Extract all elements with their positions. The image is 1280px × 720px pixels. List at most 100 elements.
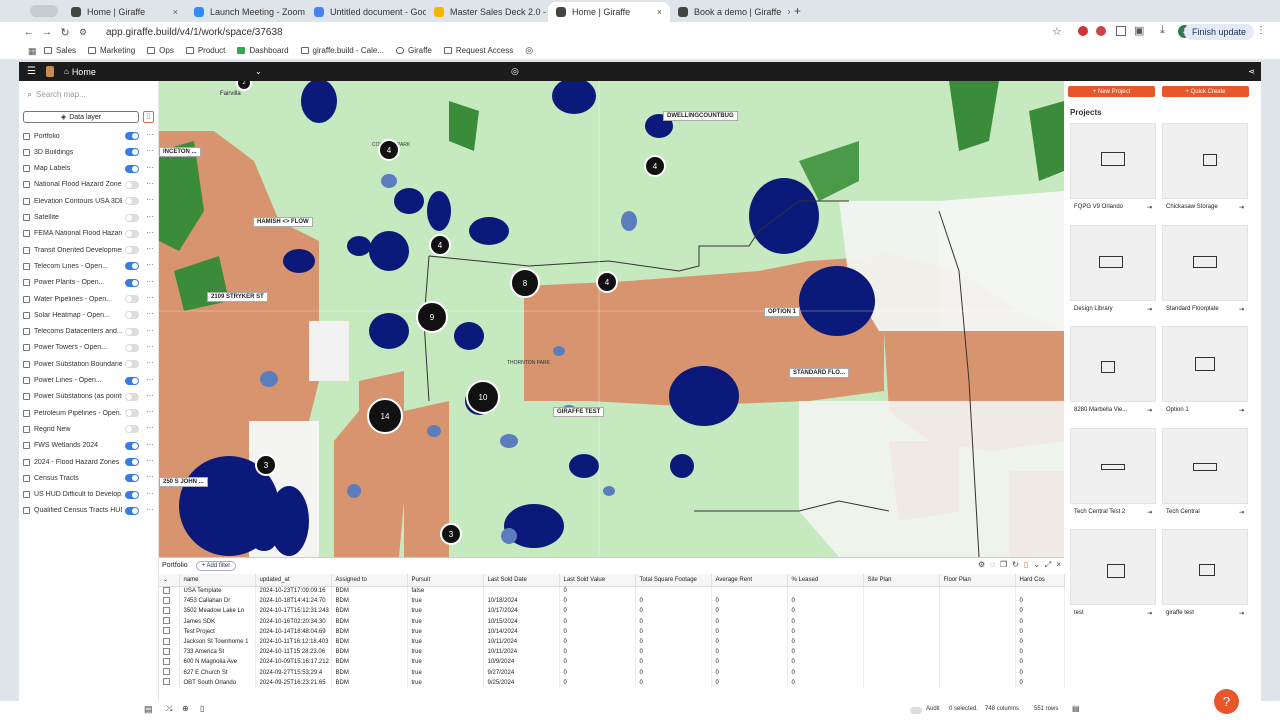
- bookmark-dashboard[interactable]: Dashboard: [237, 46, 289, 55]
- map-cluster[interactable]: 14: [367, 398, 403, 434]
- table-cell[interactable]: [787, 586, 864, 597]
- table-cell[interactable]: true: [407, 677, 484, 688]
- table-cell[interactable]: 9/25/2024: [483, 677, 560, 688]
- table-cell[interactable]: true: [407, 647, 484, 658]
- table-cell[interactable]: [863, 586, 940, 597]
- chevron-down-icon[interactable]: ⌄: [255, 67, 262, 76]
- table-cell[interactable]: BDM: [331, 616, 408, 627]
- table-cell[interactable]: 0: [1015, 636, 1065, 648]
- more-icon[interactable]: ···: [146, 130, 154, 139]
- table-cell[interactable]: 2024-10-16T02:20:34.30: [255, 616, 332, 627]
- row-checkbox[interactable]: [159, 636, 180, 648]
- row-checkbox[interactable]: [159, 647, 180, 658]
- more-icon[interactable]: ···: [146, 228, 154, 237]
- layer-item[interactable]: Water Pipelines - Open... ···: [23, 292, 155, 306]
- table-cell[interactable]: 0: [559, 677, 636, 688]
- help-button[interactable]: ?: [1214, 689, 1239, 714]
- table-cell[interactable]: 2024-09-27T15:53:29.4: [255, 667, 332, 678]
- table-cell[interactable]: [863, 616, 940, 627]
- layer-toggle[interactable]: [125, 148, 139, 157]
- table-cell[interactable]: 10/11/2024: [483, 647, 560, 658]
- zoom-icon[interactable]: ⊕: [182, 704, 189, 713]
- layer-item[interactable]: FEMA National Flood Hazard... ···: [23, 227, 155, 241]
- column-header[interactable]: Site Plan: [863, 574, 940, 587]
- table-cell[interactable]: 0: [559, 657, 636, 668]
- table-cell[interactable]: [939, 596, 1016, 607]
- table-cell[interactable]: 0: [635, 606, 712, 617]
- project-card[interactable]: Option 1 ⇥: [1162, 326, 1248, 422]
- table-row[interactable]: Jackson St Townhome 1 2024-10-11T16:12:18…: [159, 636, 1065, 648]
- table-cell[interactable]: [939, 606, 1016, 617]
- project-card[interactable]: giraffe test ⇥: [1162, 529, 1248, 625]
- table-cell[interactable]: 2024-10-09T15:16:17.212: [255, 657, 332, 668]
- add-filter-button[interactable]: + Add filter: [195, 560, 237, 571]
- column-header[interactable]: Last Sold Value: [559, 574, 636, 587]
- tab-search-button[interactable]: [30, 5, 58, 17]
- search-input[interactable]: Search map...: [36, 90, 86, 99]
- layer-item[interactable]: Power Substations (as points... ···: [23, 390, 155, 404]
- layer-toggle[interactable]: [125, 197, 139, 206]
- table-cell[interactable]: Jackson St Townhome 1: [179, 636, 256, 648]
- open-project-icon[interactable]: ⇥: [1147, 610, 1152, 617]
- map-canvas[interactable]: Fairvilla INCETON ... DWELLINGCOUNTBUG H…: [159, 81, 1064, 557]
- table-cell[interactable]: Test Project: [179, 626, 256, 637]
- table-cell[interactable]: 0: [1015, 647, 1065, 658]
- browser-menu-icon[interactable]: ⋮: [1256, 25, 1266, 36]
- forward-icon[interactable]: →: [38, 26, 56, 38]
- new-project-button[interactable]: + New Project: [1068, 86, 1155, 97]
- table-cell[interactable]: true: [407, 606, 484, 617]
- table-cell[interactable]: 0: [1015, 667, 1065, 678]
- table-cell[interactable]: [863, 667, 940, 678]
- map-cluster[interactable]: 4: [429, 234, 451, 256]
- comment-icon[interactable]: ◌: [990, 560, 995, 570]
- layer-toggle[interactable]: [125, 213, 139, 222]
- more-icon[interactable]: ···: [146, 423, 154, 432]
- table-cell[interactable]: 0: [711, 626, 788, 637]
- more-icon[interactable]: ···: [146, 195, 154, 204]
- table-cell[interactable]: true: [407, 657, 484, 668]
- table-cell[interactable]: OBT South Orlando: [179, 677, 256, 688]
- table-cell[interactable]: 0: [787, 616, 864, 627]
- quick-create-button[interactable]: + Quick Create: [1162, 86, 1249, 97]
- document-icon[interactable]: ▯: [200, 704, 204, 713]
- layer-toggle[interactable]: [125, 474, 139, 483]
- bookmark-giraffe[interactable]: Giraffe: [395, 46, 432, 55]
- layer-toggle[interactable]: [125, 343, 139, 352]
- site-info-icon[interactable]: ⚙: [74, 27, 92, 38]
- column-header[interactable]: updated_at: [255, 574, 332, 587]
- table-row[interactable]: 3502 Meadow Lake Ln 2024-10-17T15:12:31.2…: [159, 606, 1065, 617]
- table-cell[interactable]: 0: [635, 596, 712, 607]
- close-icon[interactable]: ×: [167, 7, 178, 17]
- table-cell[interactable]: 0: [559, 636, 636, 648]
- row-checkbox[interactable]: [159, 596, 180, 607]
- table-cell[interactable]: 0: [711, 596, 788, 607]
- layer-toggle[interactable]: [125, 490, 139, 499]
- table-cell[interactable]: 2024-10-14T18:48:04.69: [255, 626, 332, 637]
- table-cell[interactable]: [863, 626, 940, 637]
- table-cell[interactable]: 0: [1015, 596, 1065, 607]
- table-cell[interactable]: 0: [711, 677, 788, 688]
- more-icon[interactable]: ···: [146, 277, 154, 286]
- column-header[interactable]: name: [179, 574, 256, 587]
- table-cell[interactable]: [711, 586, 788, 597]
- table-cell[interactable]: 9/27/2024: [483, 667, 560, 678]
- project-card[interactable]: Tech Central ⇥: [1162, 427, 1248, 524]
- reload-icon[interactable]: ↻: [56, 26, 74, 39]
- bookmark-star-icon[interactable]: ☆: [1052, 25, 1062, 38]
- table-cell[interactable]: 0: [1015, 606, 1065, 617]
- table-cell[interactable]: 0: [787, 596, 864, 607]
- row-checkbox[interactable]: [159, 616, 180, 627]
- table-cell[interactable]: [939, 616, 1016, 627]
- table-cell[interactable]: 0: [787, 657, 864, 668]
- table-cell[interactable]: [863, 677, 940, 688]
- settings-icon[interactable]: ⚙: [978, 560, 985, 570]
- table-cell[interactable]: 600 N Magnolia Ave: [179, 657, 256, 668]
- map-label[interactable]: STANDARD FLO...: [789, 368, 849, 378]
- sidebar-toggle-icon[interactable]: ▤: [144, 704, 153, 715]
- table-cell[interactable]: 0: [787, 636, 864, 648]
- open-project-icon[interactable]: ⇥: [1239, 407, 1244, 414]
- table-cell[interactable]: 3502 Meadow Lake Ln: [179, 606, 256, 617]
- layer-item[interactable]: Qualified Census Tracts HUD ···: [23, 504, 155, 518]
- table-cell[interactable]: [939, 586, 1016, 597]
- project-card[interactable]: Design Library ⇥: [1070, 224, 1156, 321]
